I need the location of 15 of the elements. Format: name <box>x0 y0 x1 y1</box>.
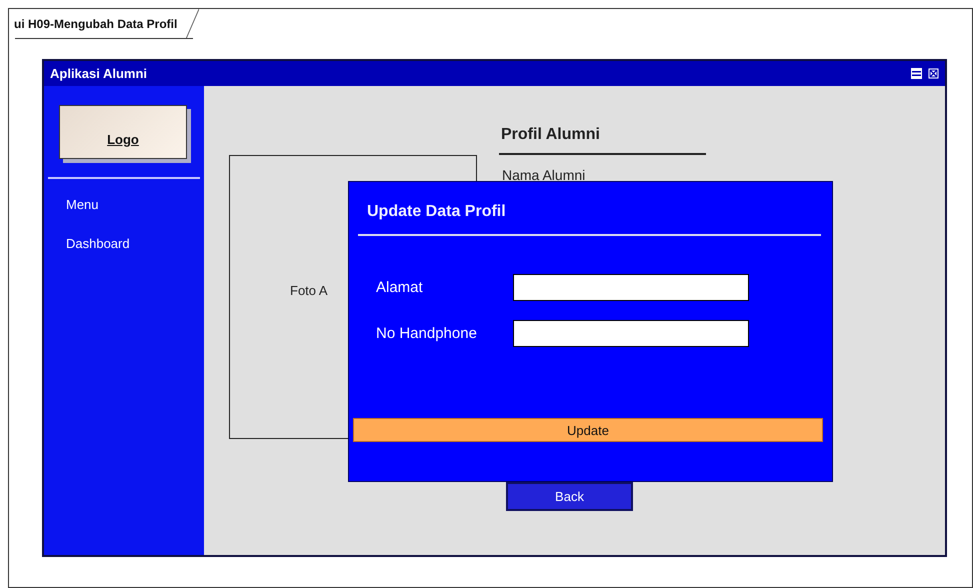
window-title: Aplikasi Alumni <box>50 66 148 81</box>
back-button[interactable]: Back <box>506 482 633 511</box>
menu-item[interactable]: Dashboard <box>66 234 130 253</box>
close-icon[interactable] <box>928 68 939 79</box>
field-label: Alamat <box>376 279 424 296</box>
profile-heading: Profil Alumni <box>501 126 600 144</box>
profile-field-label: Nama Alumni <box>502 167 586 183</box>
input-field[interactable] <box>513 274 749 301</box>
photo-label: Foto A <box>290 282 328 298</box>
maximize-icon[interactable] <box>911 68 922 79</box>
dialog-title: Update Data Profil <box>367 203 506 221</box>
menu-item[interactable]: Menu <box>66 195 99 214</box>
input-field[interactable] <box>513 320 749 347</box>
field-label: No Handphone <box>376 325 478 342</box>
update-button[interactable]: Update <box>353 418 823 442</box>
